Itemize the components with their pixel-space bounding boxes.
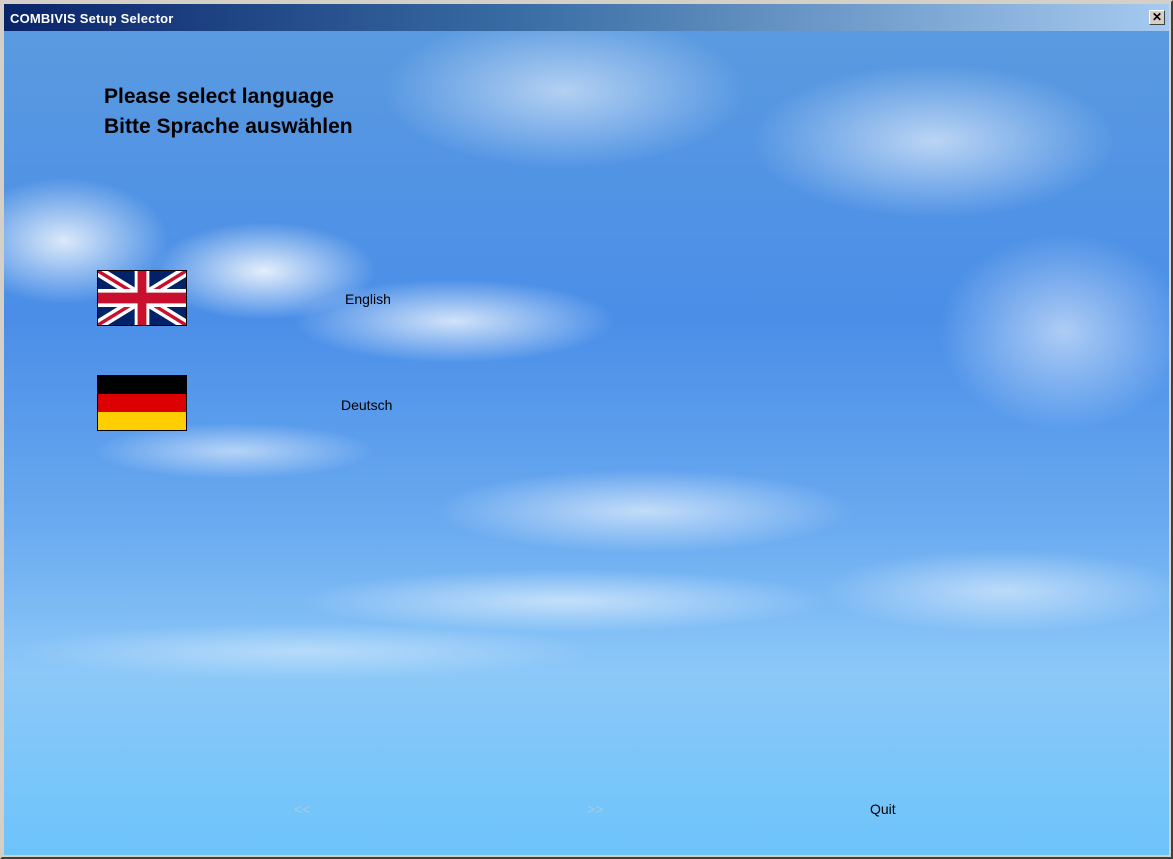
- language-option-english[interactable]: English: [345, 291, 391, 307]
- heading-english: Please select language: [104, 85, 334, 108]
- uk-flag-graphic: [98, 271, 186, 325]
- language-option-deutsch[interactable]: Deutsch: [341, 397, 392, 413]
- close-icon: ✕: [1151, 10, 1163, 24]
- title-bar[interactable]: COMBIVIS Setup Selector ✕: [4, 4, 1169, 31]
- setup-selector-window: COMBIVIS Setup Selector ✕ Please select …: [0, 0, 1173, 859]
- sky-background-panel: Please select language Bitte Sprache aus…: [4, 31, 1169, 855]
- previous-button[interactable]: <<: [294, 801, 310, 817]
- close-button[interactable]: ✕: [1149, 10, 1165, 25]
- quit-button[interactable]: Quit: [870, 801, 896, 817]
- germany-flag-icon[interactable]: [97, 375, 187, 431]
- window-title: COMBIVIS Setup Selector: [10, 11, 174, 26]
- next-button[interactable]: >>: [587, 801, 603, 817]
- heading-german: Bitte Sprache auswählen: [104, 115, 353, 138]
- uk-flag-icon[interactable]: [97, 270, 187, 326]
